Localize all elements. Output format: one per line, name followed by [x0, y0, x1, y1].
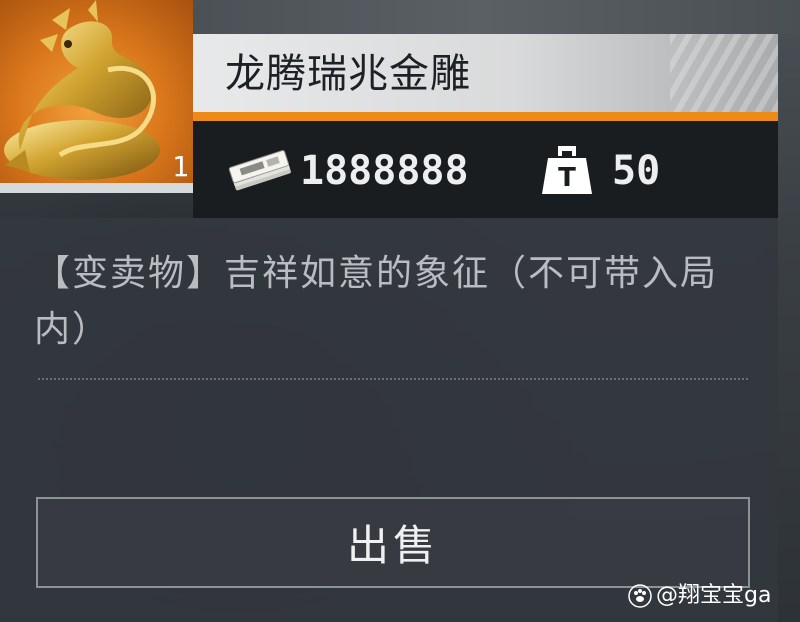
item-price: 1888888	[300, 148, 469, 194]
item-description: 【变卖物】吉祥如意的象征（不可带入局内）	[34, 253, 719, 350]
item-tile-base	[0, 183, 193, 193]
weight-icon: T	[542, 146, 592, 194]
item-icon-tile: 1	[0, 0, 193, 193]
name-bar-decoration	[670, 34, 778, 112]
watermark-text: @翔宝宝ga	[656, 583, 772, 608]
item-name: 龙腾瑞兆金雕	[225, 51, 471, 97]
item-count: 1	[172, 150, 189, 183]
item-weight: 50	[612, 148, 661, 194]
svg-text:T: T	[558, 163, 576, 193]
watermark: @翔宝宝ga	[628, 580, 771, 612]
sell-button-label: 出售	[346, 521, 439, 570]
golden-dragon-icon	[4, 0, 160, 180]
accent-line	[193, 112, 778, 121]
money-bills-icon	[228, 150, 291, 191]
background-edge	[778, 0, 800, 622]
dotted-divider	[38, 378, 748, 380]
paw-icon	[628, 584, 652, 608]
sell-button[interactable]: 出售	[36, 497, 750, 588]
